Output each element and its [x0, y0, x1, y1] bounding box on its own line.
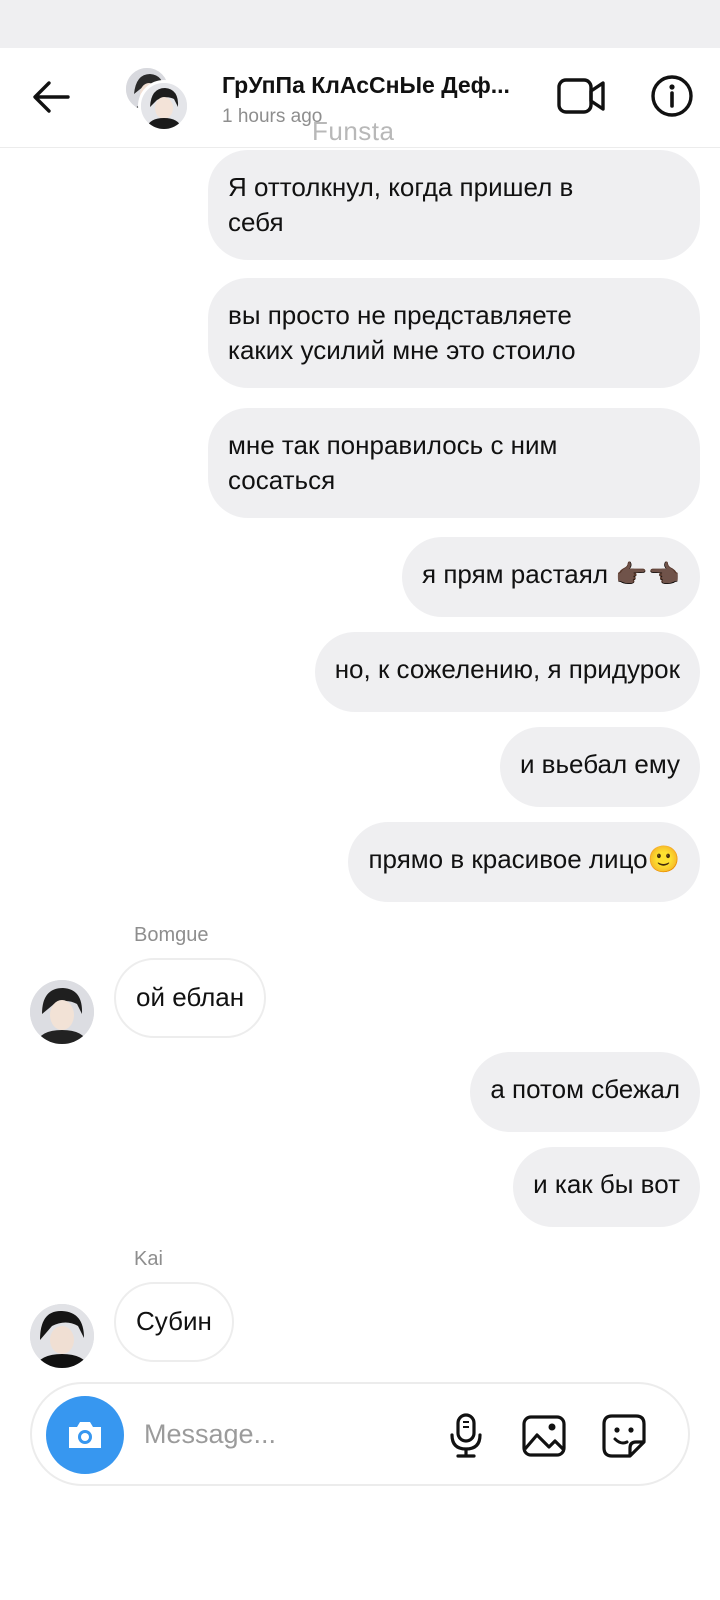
message-bubble-outgoing[interactable]: но, к сожелению, я придурок	[314, 632, 700, 712]
message-bubble-incoming[interactable]: ой еблан	[114, 958, 267, 1038]
message-bubble-outgoing[interactable]: и вьебал ему	[499, 727, 700, 807]
group-avatar-primary	[138, 80, 190, 132]
info-button[interactable]	[648, 72, 696, 120]
status-bar	[0, 0, 720, 48]
message-bubble-incoming[interactable]: Субин	[114, 1282, 234, 1362]
message-bubble-outgoing[interactable]: мне так понравилось с ним сосаться	[208, 408, 700, 518]
message-input[interactable]	[144, 1414, 424, 1454]
avatar[interactable]	[30, 980, 94, 1044]
message-bubble-outgoing[interactable]: я прям растаял 👉🏿👈🏿	[402, 537, 700, 617]
sticker-icon	[602, 1414, 646, 1458]
message-bubble-outgoing[interactable]: и как бы вот	[513, 1147, 700, 1227]
avatar[interactable]	[30, 1304, 94, 1368]
video-call-button[interactable]	[556, 74, 608, 118]
last-active-time: 1 hours ago	[222, 106, 323, 127]
back-button[interactable]	[22, 68, 80, 126]
gallery-button[interactable]	[520, 1412, 568, 1460]
message-bubble-outgoing[interactable]: а потом сбежал	[470, 1052, 700, 1132]
sender-name: Bomgue	[134, 924, 209, 946]
camera-button[interactable]	[46, 1396, 124, 1474]
image-icon	[522, 1415, 566, 1457]
chat-header: ГрУпПа КлАсСнЫе Деф... 1 hours ago Funst…	[0, 48, 720, 148]
chat-title[interactable]: ГрУпПа КлАсСнЫе Деф...	[222, 72, 532, 99]
group-avatars[interactable]	[124, 66, 194, 132]
watermark-text: Funsta	[312, 116, 395, 146]
microphone-icon	[450, 1413, 482, 1458]
sticker-button[interactable]	[600, 1412, 648, 1460]
message-bubble-outgoing[interactable]: вы просто не представляете каких усилий …	[208, 278, 700, 388]
sender-name: Kai	[134, 1248, 163, 1270]
voice-message-button[interactable]	[442, 1412, 490, 1460]
message-bubble-outgoing[interactable]: Я оттолкнул, когда пришел в себя	[208, 150, 700, 260]
camera-icon	[69, 1422, 101, 1448]
message-bubble-outgoing[interactable]: прямо в красивое лицо🙂	[348, 822, 700, 902]
message-composer	[30, 1382, 690, 1486]
info-icon	[651, 75, 693, 117]
video-camera-icon	[557, 78, 605, 114]
arrow-left-icon	[33, 81, 70, 113]
